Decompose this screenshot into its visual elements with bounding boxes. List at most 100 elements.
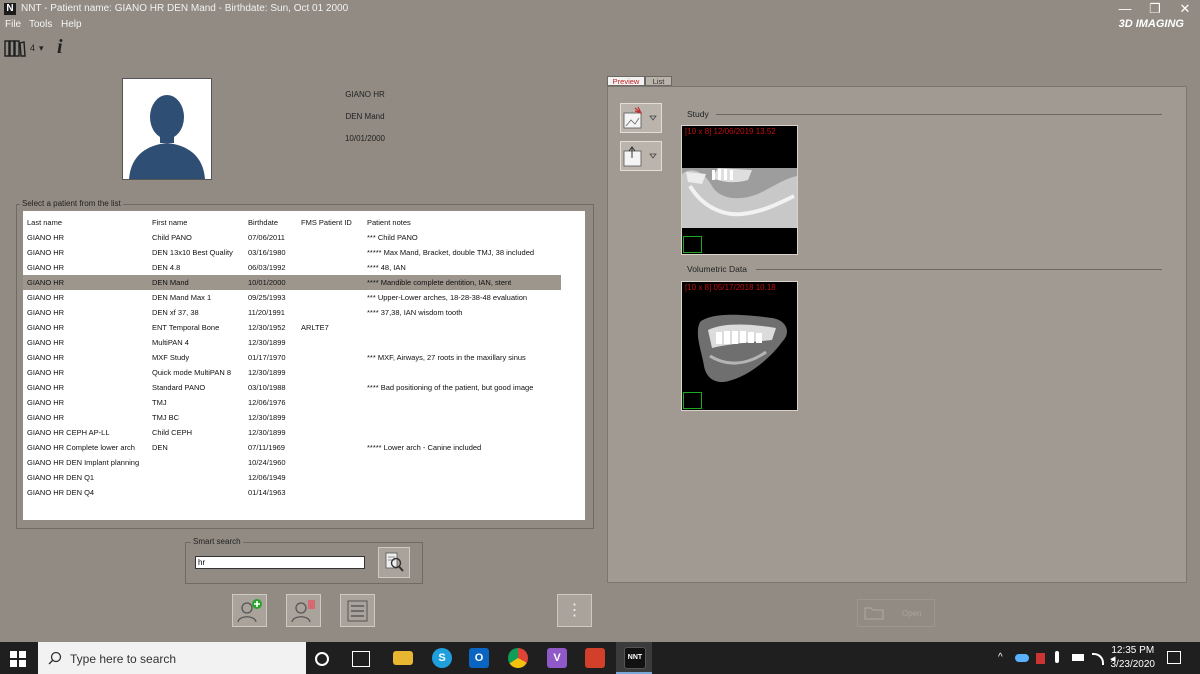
- patient-row[interactable]: GIANO HR DEN Q1 12/06/1949: [23, 470, 561, 485]
- patient-row[interactable]: GIANO HR DEN 4.8 06/03/1992 **** 48, IAN: [23, 260, 561, 275]
- security-icon[interactable]: [1036, 653, 1045, 664]
- cell-last-name: GIANO HR: [27, 413, 65, 422]
- menu-tools[interactable]: Tools: [29, 19, 52, 30]
- cell-notes: ***** Max Mand, Bracket, double TMJ, 38 …: [367, 248, 535, 257]
- tray-chevron-icon[interactable]: ^: [998, 652, 1003, 663]
- patient-details-button[interactable]: [340, 594, 375, 627]
- volumetric-thumb-label: [10 x 8] 05/17/2018 10.18: [685, 283, 776, 292]
- add-patient-button[interactable]: [232, 594, 267, 627]
- patient-row[interactable]: GIANO HR Quick mode MultiPAN 8 12/30/1899: [23, 365, 561, 380]
- cell-birthdate: 03/16/1980: [248, 248, 286, 257]
- patient-row[interactable]: GIANO HR TMJ 12/06/1976: [23, 395, 561, 410]
- export-image-button[interactable]: [620, 141, 662, 171]
- cell-fms-id: ARLTE7: [301, 323, 329, 332]
- clock-time: 12:35 PM: [1111, 645, 1155, 656]
- add-patient-icon: [237, 599, 262, 623]
- cell-last-name: GIANO HR: [27, 353, 65, 362]
- battery-icon[interactable]: [1072, 654, 1084, 661]
- visual-studio-icon[interactable]: V: [547, 648, 567, 668]
- cell-last-name: GIANO HR DEN Q4: [27, 488, 95, 497]
- column-patient-notes[interactable]: Patient notes: [367, 218, 411, 227]
- patient-row[interactable]: GIANO HR DEN xf 37, 38 11/20/1991 **** 37,3…: [23, 305, 561, 320]
- patient-row[interactable]: GIANO HR Child PANO 07/06/2011 *** Child PA…: [23, 230, 561, 245]
- patient-row[interactable]: GIANO HR ENT Temporal Bone 12/30/1952 ARLTE…: [23, 320, 561, 335]
- export-image-icon: [623, 146, 657, 167]
- app-logo-icon: N: [4, 3, 16, 15]
- column-fms-patient-id[interactable]: FMS Patient ID: [301, 218, 352, 227]
- column-last-name[interactable]: Last name: [27, 218, 62, 227]
- patient-list[interactable]: Last name First name Birthdate FMS Patie…: [23, 211, 585, 520]
- cell-last-name: GIANO HR: [27, 338, 65, 347]
- patient-row[interactable]: GIANO HR DEN Mand 10/01/2000 **** Mandible …: [23, 275, 561, 290]
- tab-list[interactable]: List: [645, 76, 672, 86]
- library-dropdown-icon[interactable]: ▾: [39, 43, 44, 54]
- patient-row[interactable]: GIANO HR Standard PANO 03/10/1988 **** Bad …: [23, 380, 561, 395]
- info-icon[interactable]: i: [57, 36, 63, 59]
- cell-last-name: GIANO HR: [27, 263, 65, 272]
- chrome-icon[interactable]: [508, 648, 528, 668]
- patient-row[interactable]: GIANO HR DEN Implant planning 10/24/1960: [23, 455, 561, 470]
- clock[interactable]: 12:35 PM 3/23/2020: [1111, 645, 1156, 670]
- red-app-icon[interactable]: [585, 648, 605, 668]
- column-first-name[interactable]: First name: [152, 218, 187, 227]
- column-birthdate[interactable]: Birthdate: [248, 218, 278, 227]
- more-options-button[interactable]: ⋮: [557, 594, 592, 627]
- tab-preview[interactable]: Preview: [607, 76, 645, 86]
- cell-last-name: GIANO HR DEN Implant planning: [27, 458, 140, 467]
- volumetric-divider: [756, 269, 1162, 270]
- cell-birthdate: 07/11/1969: [248, 443, 285, 452]
- smart-search-input[interactable]: [195, 556, 365, 569]
- taskbar: Type here to search S O V NNT ^ ◂ 12:35 …: [0, 642, 1200, 674]
- cell-last-name: GIANO HR: [27, 323, 65, 332]
- restore-button[interactable]: ❐: [1140, 0, 1170, 18]
- taskbar-search-placeholder: Type here to search: [70, 652, 177, 666]
- notifications-icon[interactable]: [1167, 651, 1181, 664]
- microphone-icon[interactable]: [1055, 651, 1059, 663]
- menu-file[interactable]: File: [5, 19, 21, 30]
- delete-patient-button[interactable]: [286, 594, 321, 627]
- menu-help[interactable]: Help: [61, 19, 82, 30]
- cell-last-name: GIANO HR: [27, 248, 65, 257]
- library-count: 4: [30, 43, 36, 53]
- library-button[interactable]: [4, 38, 28, 58]
- cell-first-name: ENT Temporal Bone: [152, 323, 220, 332]
- cell-first-name: TMJ: [152, 398, 167, 407]
- patient-row[interactable]: GIANO HR CEPH AP-LL Child CEPH 12/30/1899: [23, 425, 561, 440]
- cell-first-name: DEN 13x10 Best Quality: [152, 248, 233, 257]
- patient-row[interactable]: GIANO HR Complete lower arch DEN 07/11/196…: [23, 440, 561, 455]
- search-button[interactable]: [378, 547, 410, 578]
- cortana-icon[interactable]: [315, 652, 329, 666]
- open-button[interactable]: Open: [857, 599, 935, 627]
- volumetric-thumbnail[interactable]: [10 x 8] 05/17/2018 10.18: [681, 281, 798, 411]
- study-thumbnail[interactable]: [10 x 8] 12/06/2019 13.52: [681, 125, 798, 255]
- cell-birthdate: 12/06/1976: [248, 398, 286, 407]
- skype-icon[interactable]: S: [432, 648, 452, 668]
- volumetric-select-checkbox[interactable]: [683, 392, 702, 409]
- patient-row[interactable]: GIANO HR DEN Q4 01/14/1963: [23, 485, 561, 500]
- cell-last-name: GIANO HR: [27, 383, 65, 392]
- wifi-icon[interactable]: [1092, 653, 1104, 665]
- person-silhouette-icon: [123, 79, 211, 179]
- file-explorer-icon[interactable]: [393, 651, 413, 665]
- title-bar: N NNT - Patient name: GIANO HR DEN Mand …: [0, 0, 1200, 18]
- cell-notes: **** 37,38, IAN wisdom tooth: [367, 308, 463, 317]
- patient-row[interactable]: GIANO HR TMJ BC 12/30/1899: [23, 410, 561, 425]
- close-button[interactable]: ✕: [1170, 0, 1200, 18]
- windows-start-icon[interactable]: [10, 651, 26, 667]
- nnt-taskbar-button[interactable]: NNT: [616, 642, 652, 674]
- patient-row[interactable]: GIANO HR DEN 13x10 Best Quality 03/16/1980…: [23, 245, 561, 260]
- cell-last-name: GIANO HR CEPH AP-LL: [27, 428, 110, 437]
- patient-row[interactable]: GIANO HR DEN Mand Max 1 09/25/1993 *** Uppe…: [23, 290, 561, 305]
- import-image-button[interactable]: [620, 103, 662, 133]
- patient-row[interactable]: GIANO HR MXF Study 01/17/1970 *** MXF, Airw…: [23, 350, 561, 365]
- study-select-checkbox[interactable]: [683, 236, 702, 253]
- minimize-button[interactable]: —: [1110, 0, 1140, 18]
- task-view-icon[interactable]: [352, 651, 370, 667]
- cell-first-name: Child PANO: [152, 233, 192, 242]
- patient-row[interactable]: GIANO HR MultiPAN 4 12/30/1899: [23, 335, 561, 350]
- cell-birthdate: 12/30/1899: [248, 368, 286, 377]
- taskbar-search-box[interactable]: Type here to search: [38, 642, 306, 674]
- outlook-icon[interactable]: O: [469, 648, 489, 668]
- cell-notes: **** Mandible complete dentition, IAN, s…: [367, 278, 512, 287]
- onedrive-icon[interactable]: [1015, 654, 1029, 662]
